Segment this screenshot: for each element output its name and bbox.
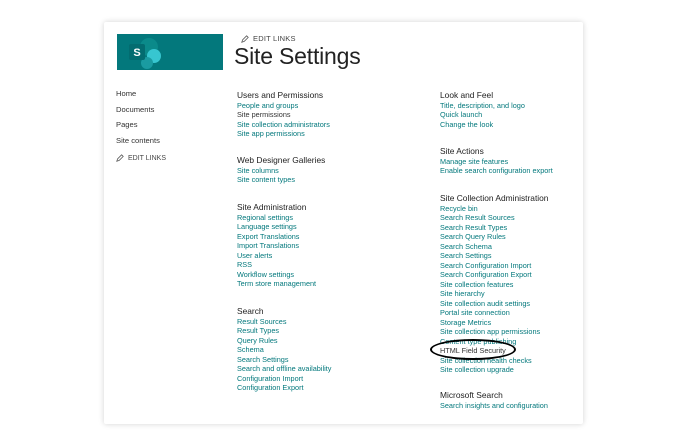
nav-item-documents[interactable]: Documents [116, 105, 166, 121]
section-heading: Site Actions [440, 146, 484, 156]
link-search-insights-configuration[interactable]: Search insights and configuration [440, 401, 548, 411]
link-site-hierarchy[interactable]: Site hierarchy [440, 289, 548, 299]
edit-links-left[interactable]: EDIT LINKS [116, 154, 166, 163]
link-search-settings[interactable]: Search Settings [237, 355, 331, 365]
link-change-the-look[interactable]: Change the look [440, 120, 525, 130]
link-search-query-rules[interactable]: Search Query Rules [440, 232, 548, 242]
nav-item-pages[interactable]: Pages [116, 120, 166, 136]
section-site-administration: Site Administration Regional settings La… [237, 202, 316, 289]
nav-item-home[interactable]: Home [116, 89, 166, 105]
logo-letter: S [133, 47, 140, 59]
link-quick-launch[interactable]: Quick launch [440, 110, 525, 120]
section-microsoft-search: Microsoft Search Search insights and con… [440, 390, 548, 410]
link-rss[interactable]: RSS [237, 260, 316, 270]
link-configuration-export[interactable]: Configuration Export [237, 383, 331, 393]
link-import-translations[interactable]: Import Translations [237, 241, 316, 251]
link-search-result-sources[interactable]: Search Result Sources [440, 213, 548, 223]
section-site-actions: Site Actions Manage site features Enable… [440, 146, 553, 176]
section-heading: Look and Feel [440, 90, 494, 100]
link-search-configuration-import[interactable]: Search Configuration Import [440, 261, 548, 271]
page-title: Site Settings [234, 43, 361, 69]
left-navigation: Home Documents Pages Site contents EDIT … [116, 89, 166, 163]
link-recycle-bin[interactable]: Recycle bin [440, 204, 548, 214]
link-term-store-management[interactable]: Term store management [237, 279, 316, 289]
section-heading: Web Designer Galleries [237, 155, 326, 165]
link-title-description-logo[interactable]: Title, description, and logo [440, 101, 525, 111]
link-result-types[interactable]: Result Types [237, 326, 331, 336]
edit-links-label: EDIT LINKS [128, 154, 166, 162]
link-site-collection-upgrade[interactable]: Site collection upgrade [440, 365, 548, 375]
link-site-columns[interactable]: Site columns [237, 166, 325, 176]
link-language-settings[interactable]: Language settings [237, 222, 316, 232]
section-heading: Search [237, 306, 264, 316]
link-regional-settings[interactable]: Regional settings [237, 213, 316, 223]
link-search-configuration-export[interactable]: Search Configuration Export [440, 270, 548, 280]
sharepoint-icon: S [129, 38, 161, 69]
edit-links-top[interactable]: EDIT LINKS [241, 34, 296, 43]
section-heading: Users and Permissions [237, 90, 324, 100]
link-site-content-types[interactable]: Site content types [237, 175, 325, 185]
link-query-rules[interactable]: Query Rules [237, 336, 331, 346]
section-users-and-permissions: Users and Permissions People and groups … [237, 90, 330, 139]
link-manage-site-features[interactable]: Manage site features [440, 157, 553, 167]
section-search: Search Result Sources Result Types Query… [237, 306, 331, 393]
link-configuration-import[interactable]: Configuration Import [237, 374, 331, 384]
section-web-designer-galleries: Web Designer Galleries Site columns Site… [237, 155, 325, 185]
link-storage-metrics[interactable]: Storage Metrics [440, 318, 548, 328]
link-result-sources[interactable]: Result Sources [237, 317, 331, 327]
section-heading: Site Collection Administration [440, 193, 549, 203]
link-site-collection-app-permissions[interactable]: Site collection app permissions [440, 327, 548, 337]
link-search-offline-availability[interactable]: Search and offline availability [237, 364, 331, 374]
site-logo[interactable]: S [117, 34, 223, 70]
link-site-app-permissions[interactable]: Site app permissions [237, 129, 330, 139]
link-export-translations[interactable]: Export Translations [237, 232, 316, 242]
link-workflow-settings[interactable]: Workflow settings [237, 270, 316, 280]
section-look-and-feel: Look and Feel Title, description, and lo… [440, 90, 525, 129]
link-portal-site-connection[interactable]: Portal site connection [440, 308, 548, 318]
link-schema[interactable]: Schema [237, 345, 331, 355]
link-site-permissions[interactable]: Site permissions [237, 110, 330, 120]
link-site-collection-features[interactable]: Site collection features [440, 280, 548, 290]
link-search-result-types[interactable]: Search Result Types [440, 223, 548, 233]
edit-links-label: EDIT LINKS [253, 34, 296, 43]
pencil-icon [116, 154, 124, 163]
section-heading: Site Administration [237, 202, 307, 212]
link-site-collection-audit-settings[interactable]: Site collection audit settings [440, 299, 548, 309]
link-search-schema[interactable]: Search Schema [440, 242, 548, 252]
link-site-collection-administrators[interactable]: Site collection administrators [237, 120, 330, 130]
nav-item-site-contents[interactable]: Site contents [116, 136, 166, 152]
link-user-alerts[interactable]: User alerts [237, 251, 316, 261]
highlight-annotation [430, 339, 516, 360]
link-enable-search-config-export[interactable]: Enable search configuration export [440, 166, 553, 176]
pencil-icon [241, 34, 249, 43]
link-people-and-groups[interactable]: People and groups [237, 101, 330, 111]
link-search-settings-sc[interactable]: Search Settings [440, 251, 548, 261]
section-heading: Microsoft Search [440, 390, 503, 400]
